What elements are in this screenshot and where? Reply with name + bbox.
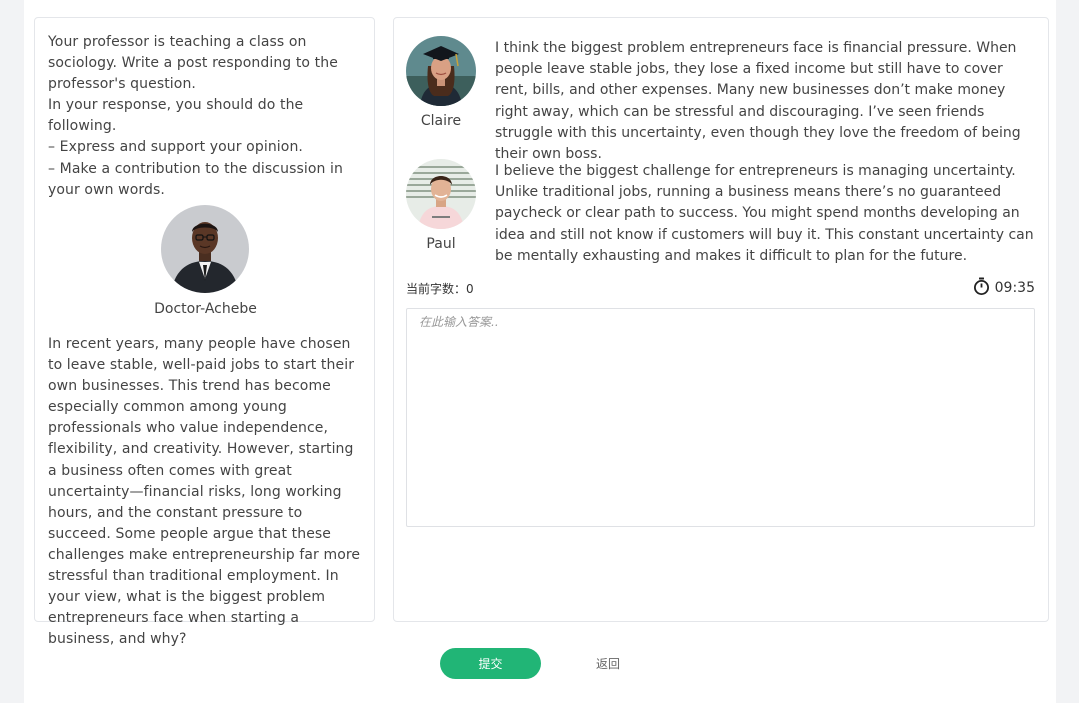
- timer-value: 09:35: [994, 280, 1035, 296]
- stopwatch-icon: [973, 277, 990, 299]
- question-panel: Your professor is teaching a class on so…: [34, 17, 375, 647]
- professor-name: Doctor-Achebe: [154, 301, 257, 317]
- instruction-line: Your professor is teaching a class on so…: [48, 34, 338, 93]
- discussion-panel: Claire I think the biggest problem entre…: [393, 17, 1049, 622]
- student-name: Claire: [420, 113, 462, 129]
- timer: 09:35: [973, 277, 1035, 299]
- student-name: Paul: [426, 236, 456, 252]
- back-link[interactable]: 返回: [596, 655, 620, 672]
- submit-button[interactable]: 提交: [440, 648, 541, 679]
- student-post-text: I think the biggest problem entrepreneur…: [495, 40, 1021, 163]
- answer-input[interactable]: [406, 308, 1035, 527]
- student-post-text: I believe the biggest challenge for entr…: [495, 163, 1034, 264]
- instruction-line: – Make a contribution to the discussion …: [48, 160, 344, 198]
- professor-question: In recent years, many people have chosen…: [48, 336, 361, 648]
- page: Your professor is teaching a class on so…: [24, 0, 1056, 703]
- student-avatar-graduate-icon: [406, 36, 476, 106]
- instruction-line: In your response, you should do the foll…: [48, 97, 304, 135]
- student-avatar-icon: [406, 159, 476, 229]
- instructions: Your professor is teaching a class on so…: [48, 32, 366, 201]
- instruction-line: – Express and support your opinion.: [48, 139, 303, 156]
- word-count: 当前字数：0: [406, 282, 474, 296]
- professor-avatar: [161, 205, 249, 293]
